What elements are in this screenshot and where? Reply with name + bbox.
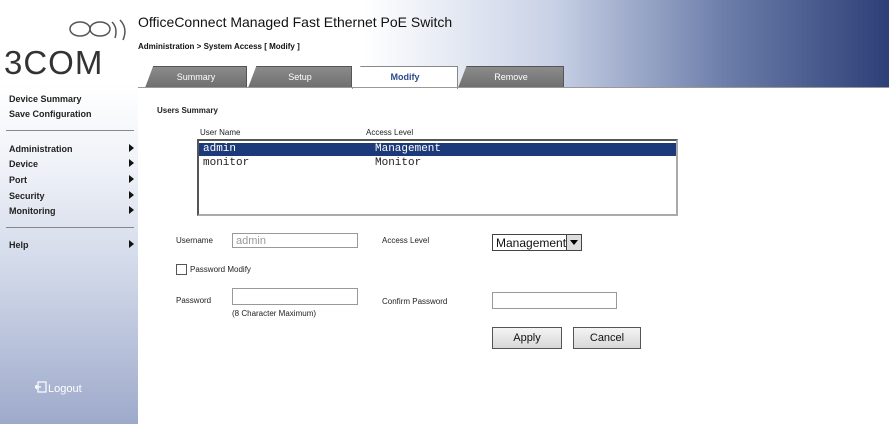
users-listbox[interactable]: admin Management monitor Monitor <box>197 139 678 216</box>
chevron-right-icon <box>129 240 134 248</box>
access-level-cell: Monitor <box>375 157 422 169</box>
chevron-right-icon <box>129 175 134 183</box>
sidebar-item-monitoring[interactable]: Monitoring <box>9 206 56 216</box>
confirm-password-label: Confirm Password <box>382 297 448 306</box>
user-name-cell: admin <box>203 143 237 155</box>
user-name-cell: monitor <box>203 157 250 169</box>
device-summary-link[interactable]: Device Summary <box>9 94 82 104</box>
page-title: OfficeConnect Managed Fast Ethernet PoE … <box>138 14 453 30</box>
sidebar: 3COM Device Summary Save Configuration A… <box>0 0 138 424</box>
tab-setup[interactable]: Setup <box>248 66 352 88</box>
logout-link[interactable]: Logout <box>48 383 82 395</box>
tab-summary[interactable]: Summary <box>145 66 247 88</box>
logout-icon[interactable] <box>35 381 47 393</box>
column-header-access-level: Access Level <box>366 128 414 137</box>
chevron-right-icon <box>129 144 134 152</box>
tab-baseline <box>138 87 889 88</box>
password-modify-checkbox[interactable] <box>176 264 187 275</box>
tab-modify[interactable]: Modify <box>352 66 458 89</box>
sidebar-item-security[interactable]: Security <box>9 191 45 201</box>
password-field[interactable] <box>232 288 358 305</box>
list-item[interactable]: monitor Monitor <box>199 157 676 170</box>
sidebar-item-device[interactable]: Device <box>9 159 38 169</box>
username-field[interactable]: admin <box>232 233 358 248</box>
sidebar-divider <box>6 227 134 228</box>
access-level-label: Access Level <box>382 236 430 245</box>
cancel-button[interactable]: Cancel <box>573 327 641 349</box>
sidebar-item-administration[interactable]: Administration <box>9 144 73 154</box>
access-level-selected-value: Management <box>496 236 567 250</box>
chevron-right-icon <box>129 159 134 167</box>
password-label: Password <box>176 296 212 305</box>
users-summary-heading: Users Summary <box>157 106 218 115</box>
sidebar-divider <box>6 130 134 131</box>
apply-button[interactable]: Apply <box>492 327 562 349</box>
chevron-down-icon[interactable] <box>566 235 581 250</box>
list-item[interactable]: admin Management <box>199 143 676 156</box>
access-level-select[interactable]: Management <box>492 234 582 251</box>
tab-remove[interactable]: Remove <box>458 66 564 88</box>
password-hint: (8 Character Maximum) <box>232 309 317 318</box>
brand-logo-text: 3COM <box>4 44 104 81</box>
username-label: Username <box>176 236 213 245</box>
save-configuration-link[interactable]: Save Configuration <box>9 109 92 119</box>
sidebar-item-port[interactable]: Port <box>9 175 27 185</box>
password-modify-label: Password Modify <box>190 265 251 274</box>
column-header-user-name: User Name <box>200 128 241 137</box>
chevron-right-icon <box>129 206 134 214</box>
sidebar-item-help[interactable]: Help <box>9 240 29 250</box>
confirm-password-field[interactable] <box>492 292 617 309</box>
breadcrumb: Administration > System Access [ Modify … <box>138 42 300 51</box>
chevron-right-icon <box>129 191 134 199</box>
access-level-cell: Management <box>375 143 442 155</box>
